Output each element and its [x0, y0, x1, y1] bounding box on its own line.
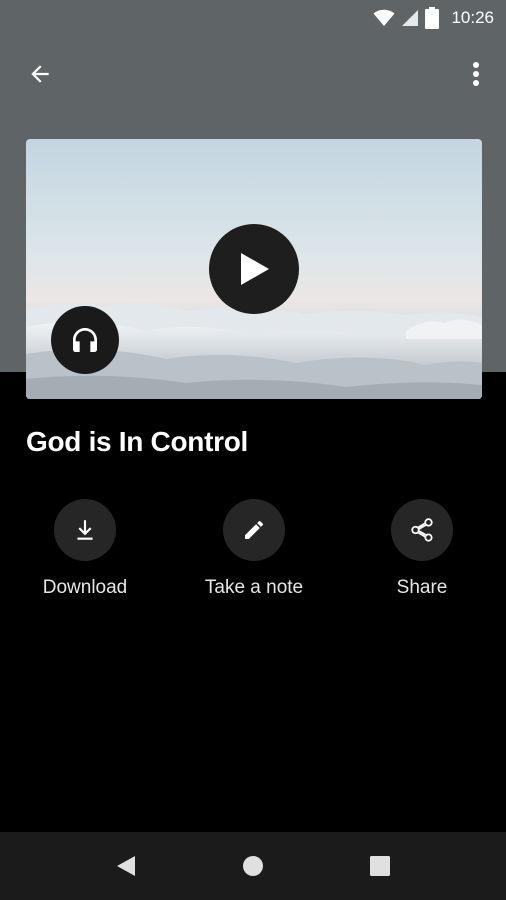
back-triangle-icon — [117, 856, 135, 876]
share-circle — [391, 499, 453, 561]
download-button[interactable]: Download — [15, 499, 155, 599]
play-icon — [241, 253, 269, 285]
status-time: 10:26 — [451, 8, 494, 27]
system-nav-bar — [0, 832, 506, 900]
play-button[interactable] — [209, 224, 299, 314]
recents-square-icon — [370, 856, 390, 876]
share-label: Share — [396, 577, 448, 598]
status-icons: 10:26 — [373, 6, 494, 30]
page-title: God is In Control — [26, 426, 248, 457]
nav-back-button[interactable] — [106, 846, 146, 886]
audio-button[interactable] — [51, 306, 119, 374]
home-circle-icon — [243, 856, 263, 876]
pencil-icon — [245, 520, 264, 539]
more-options-button[interactable] — [456, 52, 496, 96]
screen: 10:26 God is In Control Download Take a … — [0, 0, 506, 900]
download-label: Download — [42, 577, 128, 598]
battery-icon — [425, 7, 440, 29]
nav-recents-button[interactable] — [360, 846, 400, 886]
take-note-label: Take a note — [204, 577, 304, 598]
app-bar — [0, 44, 506, 104]
share-icon — [411, 518, 433, 542]
download-circle — [54, 499, 116, 561]
download-icon — [77, 520, 93, 540]
more-vertical-icon — [473, 62, 479, 86]
arrow-left-icon — [31, 65, 49, 83]
take-note-button[interactable]: Take a note — [184, 499, 324, 599]
take-note-circle — [223, 499, 285, 561]
headphones-icon — [73, 328, 97, 352]
media-thumbnail[interactable] — [26, 139, 482, 399]
share-button[interactable]: Share — [352, 499, 492, 599]
back-button[interactable] — [18, 52, 62, 96]
wifi-icon — [373, 9, 395, 26]
status-bar: 10:26 — [0, 0, 506, 36]
cell-signal-icon — [402, 10, 419, 26]
nav-home-button[interactable] — [233, 846, 273, 886]
